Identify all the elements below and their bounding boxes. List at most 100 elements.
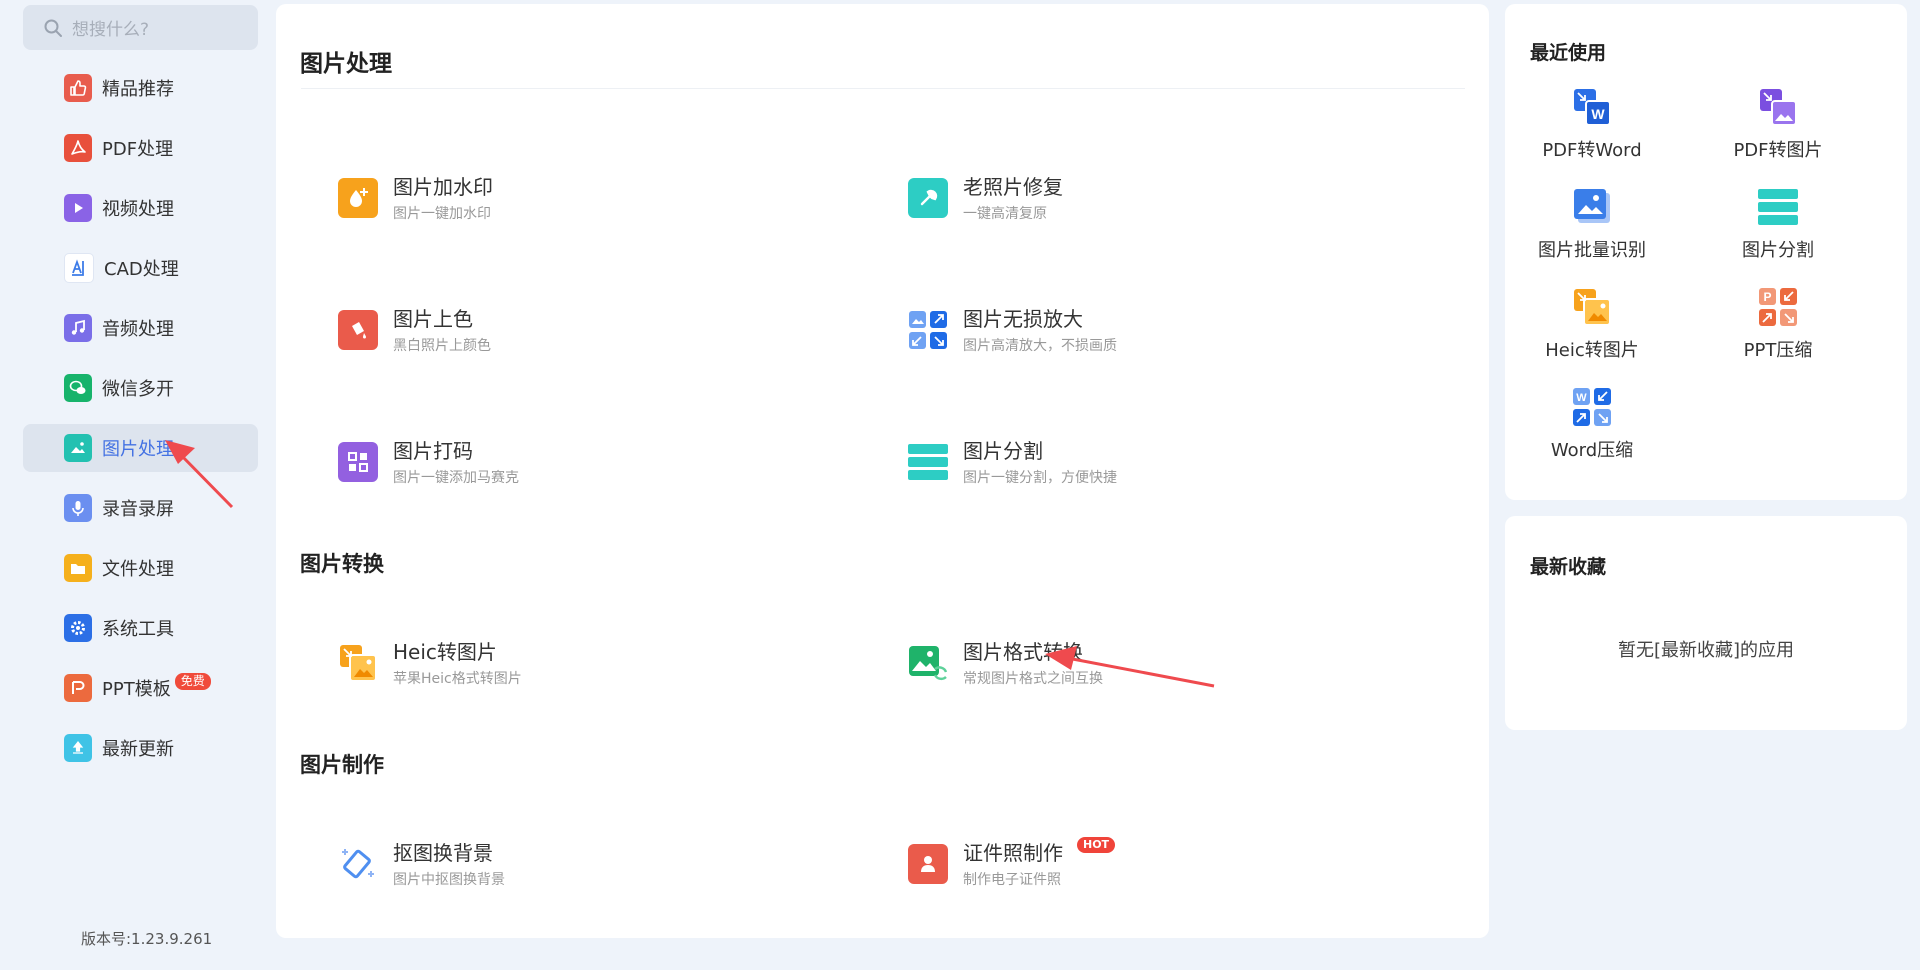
sidebar-item-label: 图片处理 [102, 439, 174, 460]
sidebar-item-label: 微信多开 [102, 379, 174, 400]
mosaic-icon [338, 442, 378, 482]
recent-item-pdf-to-word[interactable]: W PDF转Word [1512, 86, 1672, 162]
tool-split[interactable]: 图片分割图片一键分割，方便快捷 [908, 438, 1117, 487]
sidebar-item-updates[interactable]: 最新更新 [23, 724, 258, 772]
sidebar-item-label: 录音录屏 [102, 499, 174, 520]
tool-desc: 苹果Heic格式转图片 [393, 671, 522, 687]
recent-item-label: PDF转Word [1542, 140, 1642, 161]
sidebar: 想搜什么? 精品推荐 PDF处理 视频处理 CAD处理 音频处理 微信多开 图片… [0, 0, 275, 970]
wechat-icon [64, 374, 92, 402]
music-icon [64, 314, 92, 342]
split-icon [908, 442, 948, 482]
tool-cutout-background[interactable]: 抠图换背景图片中抠图换背景 [338, 840, 505, 889]
heic-icon [1571, 286, 1613, 328]
heic-icon [338, 643, 378, 683]
tool-old-photo-repair[interactable]: 老照片修复一键高清复原 [908, 174, 1063, 223]
recent-item-word-compress[interactable]: W Word压缩 [1512, 386, 1672, 462]
tool-desc: 常规图片格式之间互换 [963, 671, 1103, 687]
tool-watermark[interactable]: 图片加水印图片一键加水印 [338, 174, 493, 223]
sidebar-item-label: 最新更新 [102, 739, 174, 760]
tool-name: 图片加水印 [393, 175, 493, 199]
upload-icon [64, 734, 92, 762]
tool-desc: 图片一键分割，方便快捷 [963, 470, 1117, 486]
ppt-icon [64, 674, 92, 702]
image-icon [64, 434, 92, 462]
recent-item-batch-ocr[interactable]: 图片批量识别 [1512, 186, 1672, 262]
enlarge-icon [908, 310, 948, 350]
recent-item-label: 图片批量识别 [1538, 240, 1646, 261]
sidebar-item-label: 精品推荐 [102, 79, 174, 100]
pdf-icon [64, 134, 92, 162]
tool-desc: 黑白照片上颜色 [393, 338, 491, 354]
recent-item-split[interactable]: 图片分割 [1698, 186, 1858, 262]
sidebar-item-file[interactable]: 文件处理 [23, 544, 258, 592]
cutout-icon [338, 844, 378, 884]
repair-icon [908, 178, 948, 218]
id-photo-icon [908, 844, 948, 884]
tool-desc: 一键高清复原 [963, 206, 1047, 222]
tool-name: 图片分割 [963, 439, 1043, 463]
sidebar-item-label: PDF处理 [102, 139, 174, 160]
recent-item-label: 图片分割 [1742, 240, 1814, 261]
tool-format-convert[interactable]: 图片格式转换常规图片格式之间互换 [908, 639, 1103, 688]
recent-panel: 最近使用 W PDF转Word PDF转图片 图片批量识别 图片分割 Heic转… [1505, 4, 1907, 500]
sidebar-item-video[interactable]: 视频处理 [23, 184, 258, 232]
sidebar-item-ppt-template[interactable]: PPT模板 免费 [23, 664, 258, 712]
sidebar-item-label: 音频处理 [102, 319, 174, 340]
recent-item-label: Word压缩 [1550, 440, 1634, 461]
tool-desc: 图片高清放大，不损画质 [963, 338, 1117, 354]
tool-desc: 制作电子证件照 [963, 872, 1061, 888]
tool-name: 抠图换背景 [393, 841, 493, 865]
recent-item-label: Heic转图片 [1545, 340, 1639, 361]
tool-name: 图片格式转换 [963, 640, 1083, 664]
paint-bucket-icon [338, 310, 378, 350]
main-content: 图片处理 图片加水印 图片一键加水印 老照片修复 一键高清复原 图片上色 黑白照片上颜… [276, 4, 1489, 938]
tool-lossless-enlarge[interactable]: 图片无损放大 图片高清放大，不损画质 [908, 306, 1117, 355]
sidebar-item-image[interactable]: 图片处理 [23, 424, 258, 472]
sidebar-item-audio[interactable]: 音频处理 [23, 304, 258, 352]
divider [301, 88, 1465, 89]
cad-icon [64, 253, 94, 283]
svg-text:W: W [1576, 392, 1587, 404]
tool-id-photo[interactable]: 证件照制作 HOT 制作电子证件照 [908, 837, 1116, 889]
mic-icon [64, 494, 92, 522]
tool-colorize[interactable]: 图片上色黑白照片上颜色 [338, 306, 491, 355]
tool-name: 老照片修复 [963, 175, 1063, 199]
tool-heic-convert[interactable]: Heic转图片苹果Heic格式转图片 [338, 639, 522, 688]
search-box[interactable]: 想搜什么? [23, 5, 258, 50]
recent-item-label: PDF转图片 [1733, 140, 1823, 161]
tool-desc: 图片一键添加马赛克 [393, 470, 519, 486]
word-compress-icon: W [1571, 386, 1613, 428]
tool-desc: 图片中抠图换背景 [393, 872, 505, 888]
sidebar-item-label: PPT模板 [102, 679, 171, 700]
tool-name: 图片上色 [393, 307, 473, 331]
sidebar-item-pdf[interactable]: PDF处理 [23, 124, 258, 172]
pdf-to-word-icon: W [1571, 86, 1613, 128]
recent-item-heic[interactable]: Heic转图片 [1512, 286, 1672, 362]
favorites-panel: 最新收藏 暂无[最新收藏]的应用 [1505, 516, 1907, 730]
tool-name: 图片打码 [393, 439, 473, 463]
free-badge: 免费 [174, 672, 211, 690]
split-icon [1757, 186, 1799, 228]
sidebar-item-label: 系统工具 [102, 619, 174, 640]
sidebar-item-recording[interactable]: 录音录屏 [23, 484, 258, 532]
version-label: 版本号:1.23.9.261 [81, 930, 213, 948]
recent-item-pdf-to-image[interactable]: PDF转图片 [1698, 86, 1858, 162]
tool-name: Heic转图片 [393, 640, 497, 664]
sidebar-item-system-tools[interactable]: 系统工具 [23, 604, 258, 652]
watermark-icon [338, 178, 378, 218]
sidebar-item-label: 文件处理 [102, 559, 174, 580]
sidebar-item-cad[interactable]: CAD处理 [23, 244, 258, 292]
tool-name-text: 证件照制作 [963, 841, 1063, 865]
sidebar-item-label: 视频处理 [102, 199, 174, 220]
sidebar-item-featured[interactable]: 精品推荐 [23, 64, 258, 112]
search-input[interactable]: 想搜什么? [72, 15, 149, 40]
recent-item-ppt-compress[interactable]: P PPT压缩 [1698, 286, 1858, 362]
tool-mosaic[interactable]: 图片打码图片一键添加马赛克 [338, 438, 519, 487]
sidebar-item-wechat[interactable]: 微信多开 [23, 364, 258, 412]
hot-badge: HOT [1077, 837, 1116, 853]
format-convert-icon [908, 643, 948, 683]
folder-icon [64, 554, 92, 582]
tool-desc: 图片一键加水印 [393, 206, 491, 222]
section-title-conversion: 图片转换 [300, 552, 384, 576]
